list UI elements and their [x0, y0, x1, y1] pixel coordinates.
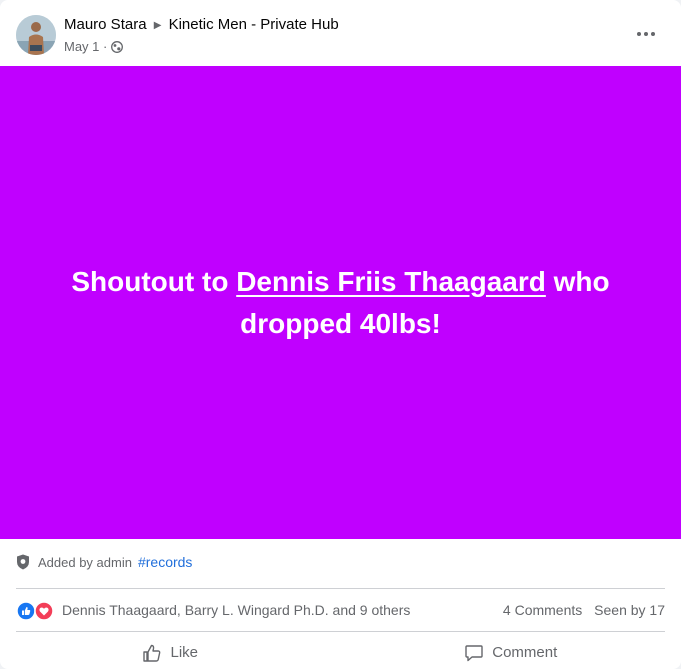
- comment-button[interactable]: Comment: [341, 636, 681, 669]
- post-banner: Shoutout to Dennis Friis Thaagaard who d…: [0, 66, 681, 539]
- meta-separator: ·: [103, 39, 108, 54]
- reactions-row: Dennis Thaagaard, Barry L. Wingard Ph.D.…: [16, 600, 665, 622]
- tagged-user-link[interactable]: Dennis Friis Thaagaard: [236, 266, 546, 297]
- post-actions: Like Comment: [0, 636, 681, 669]
- admin-label: Added by admin: [38, 554, 132, 570]
- post-meta: May 1 ·: [64, 39, 123, 54]
- seen-count[interactable]: Seen by 17: [594, 602, 665, 618]
- comment-label: Comment: [492, 644, 558, 661]
- reactions-summary[interactable]: Dennis Thaagaard, Barry L. Wingard Ph.D.…: [62, 602, 410, 618]
- banner-text: Shoutout to Dennis Friis Thaagaard who d…: [41, 261, 641, 345]
- like-button[interactable]: Like: [0, 636, 341, 669]
- like-reaction-icon: [16, 601, 36, 621]
- shield-icon: [17, 554, 29, 570]
- banner-text-before: Shoutout to: [71, 265, 237, 297]
- admin-row: Added by admin #records: [16, 554, 192, 570]
- divider: [16, 588, 665, 589]
- caret-right-icon: ▶: [153, 20, 162, 31]
- dot: [651, 32, 655, 36]
- comment-icon: [465, 644, 483, 661]
- group-name[interactable]: Kinetic Men - Private Hub: [169, 16, 339, 33]
- dot: [644, 32, 648, 36]
- globe-icon: [111, 41, 123, 53]
- reaction-icons[interactable]: [16, 601, 56, 621]
- divider: [16, 631, 665, 632]
- author-line: Mauro Stara ▶ Kinetic Men - Private Hub: [64, 16, 339, 33]
- post-card: Mauro Stara ▶ Kinetic Men - Private Hub …: [0, 0, 681, 669]
- love-reaction-icon: [34, 601, 54, 621]
- post-stats: 4 Comments Seen by 17: [495, 602, 665, 618]
- like-label: Like: [170, 644, 199, 661]
- hashtag-link[interactable]: #records: [138, 554, 192, 570]
- comments-count[interactable]: 4 Comments: [503, 602, 582, 618]
- author-avatar[interactable]: [16, 15, 56, 55]
- post-date[interactable]: May 1: [64, 39, 99, 54]
- author-name[interactable]: Mauro Stara: [64, 16, 147, 33]
- thumbs-up-icon: [143, 644, 161, 662]
- post-header: Mauro Stara ▶ Kinetic Men - Private Hub …: [0, 0, 681, 66]
- more-options-button[interactable]: [630, 20, 662, 48]
- dot: [637, 32, 641, 36]
